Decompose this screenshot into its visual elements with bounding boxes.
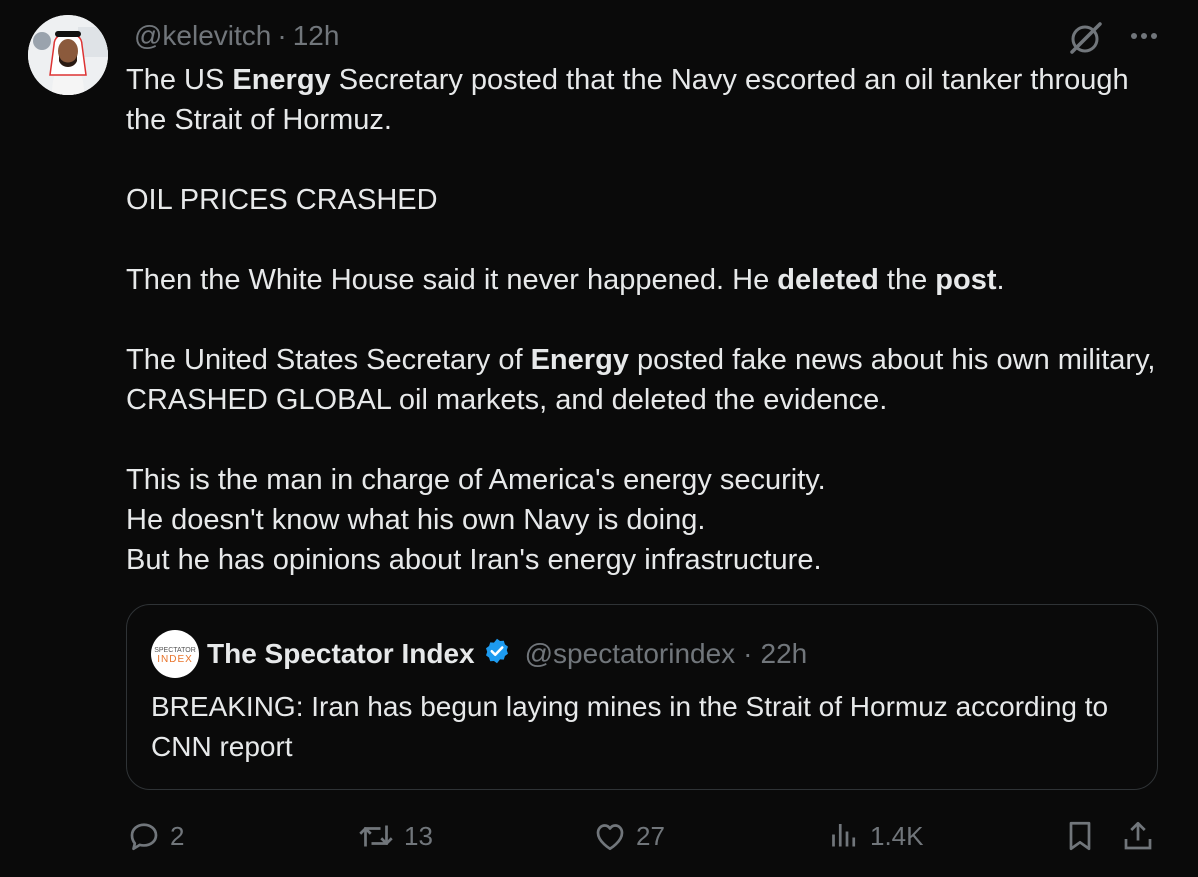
like-count: 27 <box>636 820 665 851</box>
quoted-time[interactable]: 22h <box>761 638 808 670</box>
tweet-paragraph-5-line-2: He doesn't know what his own Navy is doi… <box>126 504 706 536</box>
tweet-paragraph-5-line-1: This is the man in charge of America's e… <box>126 464 826 496</box>
views-button[interactable]: 1.4K <box>826 812 924 860</box>
views-icon <box>832 824 856 847</box>
more-options-icon[interactable] <box>1124 20 1164 56</box>
header-separator: · <box>277 20 287 51</box>
bookmark-icon <box>1069 821 1091 851</box>
tweet-paragraph-4: The United States Secretary of Energy po… <box>126 344 1156 416</box>
avatar-text-bottom: INDEX <box>157 654 193 665</box>
tweet-header: @kelevitch · 12h <box>134 18 339 54</box>
tweet-paragraph-3: Then the White House said it never happe… <box>126 264 1005 296</box>
tweet-paragraph-1: The US Energy Secretary posted that the … <box>126 64 1129 136</box>
tweet-time[interactable]: 12h <box>293 20 340 52</box>
share-button[interactable] <box>1120 812 1156 860</box>
tweet-paragraph-5-line-3: But he has opinions about Iran's energy … <box>126 544 822 576</box>
repost-count: 13 <box>404 820 433 851</box>
repost-icon <box>359 825 393 847</box>
tweet-text: The US Energy Secretary posted that the … <box>126 60 1166 580</box>
verified-badge-icon <box>483 637 511 672</box>
avatar-text-top: SPECTATOR <box>154 647 196 654</box>
profile-photo-icon <box>28 15 108 95</box>
view-count: 1.4K <box>870 820 924 851</box>
heart-icon <box>596 824 624 851</box>
action-bar: 2 13 27 1.4K <box>126 812 1166 860</box>
quoted-tweet-text: BREAKING: Iran has begun laying mines in… <box>151 691 1109 762</box>
tweet-paragraph-2: OIL PRICES CRASHED <box>126 184 438 216</box>
quoted-author-name[interactable]: The Spectator Index <box>207 638 475 670</box>
quoted-separator: · <box>743 638 753 669</box>
spectator-index-avatar[interactable]: SPECTATOR INDEX <box>151 630 199 678</box>
reply-icon <box>130 823 158 851</box>
reply-button[interactable]: 2 <box>126 812 184 860</box>
share-icon <box>1124 821 1152 850</box>
author-avatar[interactable] <box>28 15 108 95</box>
reply-count: 2 <box>170 820 185 851</box>
author-handle[interactable]: @kelevitch <box>134 20 271 52</box>
quoted-tweet-header: SPECTATOR INDEX The Spectator Index @spe… <box>151 629 807 679</box>
bookmark-button[interactable] <box>1062 812 1098 860</box>
quoted-author-handle[interactable]: @spectatorindex <box>525 638 736 670</box>
repost-button[interactable]: 13 <box>356 812 433 860</box>
grok-icon[interactable] <box>1066 18 1106 58</box>
quoted-tweet[interactable]: SPECTATOR INDEX The Spectator Index @spe… <box>126 604 1158 790</box>
like-button[interactable]: 27 <box>592 812 665 860</box>
